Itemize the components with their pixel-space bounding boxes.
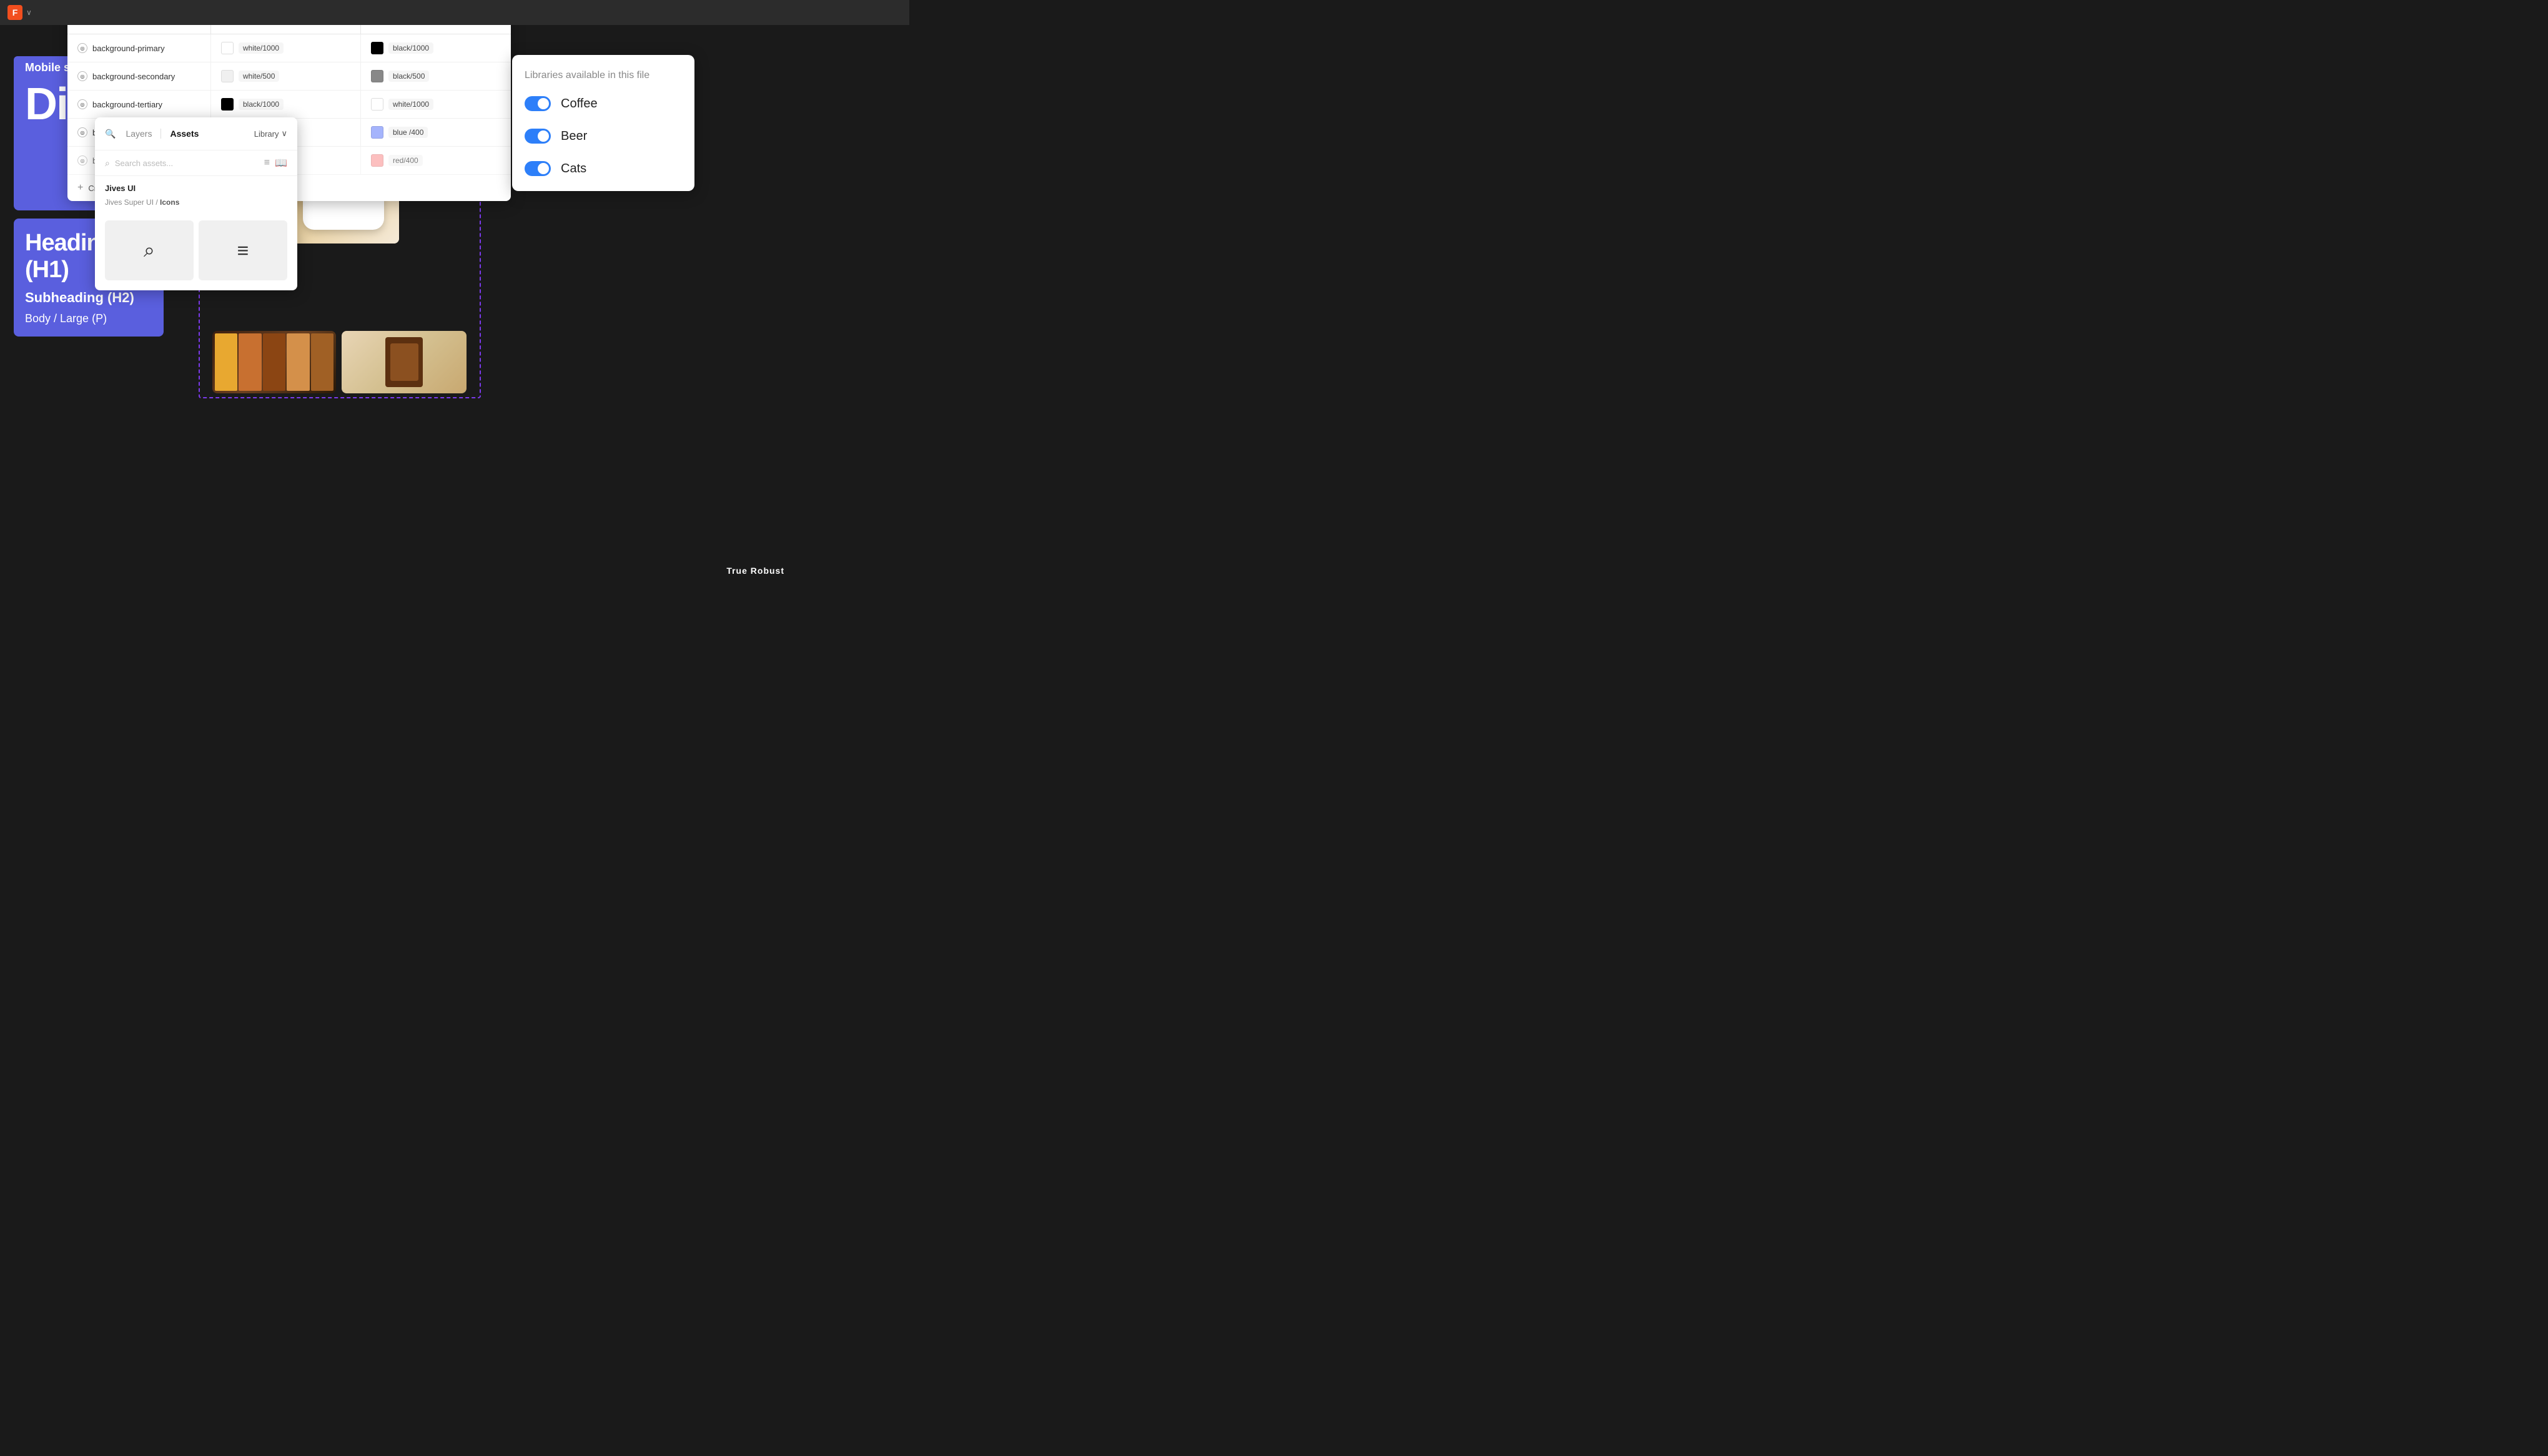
table-row: ◎ background-primary white/1000 black/10…	[67, 34, 511, 62]
tab-divider	[160, 129, 161, 139]
search-input[interactable]: Search assets...	[115, 159, 259, 168]
table-row: ◎ background-secondary white/500 black/5…	[67, 62, 511, 91]
row-name-cell: ◎ background-secondary	[67, 62, 211, 90]
light-swatch	[221, 98, 234, 111]
body-style-label: Body / Large (P)	[25, 312, 152, 325]
library-item-coffee: Coffee	[525, 96, 682, 111]
dark-swatch	[371, 70, 383, 82]
toggle-knob	[538, 130, 549, 142]
library-item-cats: Cats	[525, 161, 682, 176]
row-light-cell: black/1000	[211, 91, 361, 118]
logo-letter: F	[12, 7, 18, 17]
subheading-style-label: Subheading (H2)	[25, 290, 152, 306]
jives-ui-title: Jives UI	[105, 184, 287, 193]
variable-icon: ◎	[77, 155, 87, 165]
variable-icon: ◎	[77, 43, 87, 53]
search-asset-icon: ⌕	[144, 239, 155, 262]
library-dropdown[interactable]: Library ∨	[254, 129, 287, 139]
variable-name: background-secondary	[92, 72, 175, 81]
library-item-beer: Beer	[525, 129, 682, 144]
variable-name: background-tertiary	[92, 100, 162, 109]
jives-subsection: Jives Super UI / Icons	[95, 198, 297, 215]
assets-panel: 🔍 Layers Assets Library ∨ ⌕ Search asset…	[95, 117, 297, 290]
light-label: white/1000	[239, 42, 284, 54]
dark-swatch	[371, 126, 383, 139]
library-cats-name: Cats	[561, 162, 586, 176]
search-icon: ⌕	[105, 158, 110, 169]
row-dark-cell: black/500	[361, 62, 511, 90]
toggle-knob	[538, 163, 549, 174]
true-robust-label: True Robust	[726, 566, 784, 576]
photo-card-second-coffee	[342, 331, 467, 393]
row-name-cell: ◎ background-tertiary	[67, 91, 211, 118]
subsection-bold: Icons	[160, 198, 179, 207]
search-asset-tile[interactable]: ⌕	[105, 220, 194, 280]
beer-toggle[interactable]	[525, 129, 551, 144]
app-logo[interactable]: F	[7, 5, 22, 20]
menu-asset-tile[interactable]: ≡	[199, 220, 287, 280]
light-label: white/500	[239, 71, 279, 82]
library-dropdown-label: Library	[254, 129, 279, 139]
tab-assets[interactable]: Assets	[164, 126, 205, 141]
dark-label: black/1000	[388, 42, 433, 54]
row-dark-cell: black/1000	[361, 34, 511, 62]
light-swatch	[221, 70, 234, 82]
table-row: ◎ background-tertiary black/1000 white/1…	[67, 91, 511, 119]
toggle-knob	[538, 98, 549, 109]
assets-section-jives: Jives UI	[95, 176, 297, 198]
search-controls: ≡ 📖	[264, 157, 287, 169]
light-label: black/1000	[239, 99, 284, 110]
row-dark-cell: blue /400	[361, 119, 511, 146]
dark-label: blue /400	[388, 127, 428, 138]
dark-swatch	[371, 154, 383, 167]
row-light-cell: white/1000	[211, 34, 361, 62]
variable-icon: ◎	[77, 127, 87, 137]
dark-label: red/400	[388, 155, 423, 166]
library-beer-name: Beer	[561, 129, 587, 144]
dropdown-chevron-icon: ∨	[281, 129, 287, 139]
menu-asset-icon: ≡	[237, 239, 249, 262]
dark-label: white/1000	[388, 99, 433, 110]
book-icon[interactable]: 📖	[275, 157, 287, 169]
dark-swatch	[371, 98, 383, 111]
row-dark-cell: red/400	[361, 147, 511, 174]
libraries-panel: Libraries available in this file Coffee …	[512, 55, 694, 191]
dark-swatch	[371, 42, 383, 54]
cats-toggle[interactable]	[525, 161, 551, 176]
topbar-chevron[interactable]: ∨	[26, 8, 32, 17]
subsection-label: Jives Super UI / Icons	[105, 198, 287, 207]
search-icon-sm: 🔍	[105, 129, 116, 139]
topbar: F ∨	[0, 0, 909, 25]
list-view-icon[interactable]: ≡	[264, 157, 270, 169]
variable-icon: ◎	[77, 99, 87, 109]
dark-label: black/500	[388, 71, 429, 82]
plus-icon: +	[77, 182, 83, 194]
assets-search-bar: ⌕ Search assets... ≡ 📖	[95, 150, 297, 176]
coffee-toggle[interactable]	[525, 96, 551, 111]
tab-layers[interactable]: Layers	[119, 126, 158, 141]
light-swatch	[221, 42, 234, 54]
row-dark-cell: white/1000	[361, 91, 511, 118]
assets-header: 🔍 Layers Assets Library ∨	[95, 117, 297, 150]
assets-grid: ⌕ ≡	[95, 215, 297, 290]
variable-icon: ◎	[77, 71, 87, 81]
row-light-cell: white/500	[211, 62, 361, 90]
library-coffee-name: Coffee	[561, 97, 598, 111]
photo-card-books	[212, 331, 336, 393]
libraries-panel-title: Libraries available in this file	[525, 70, 682, 81]
row-name-cell: ◎ background-primary	[67, 34, 211, 62]
variable-name: background-primary	[92, 44, 165, 53]
